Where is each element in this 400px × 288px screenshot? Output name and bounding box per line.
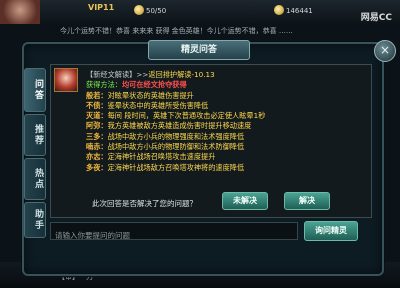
line-text: 定海神针战场召唤塔攻击速度提升 <box>107 152 216 162</box>
line-label: 三多： <box>86 131 108 141</box>
ask-genie-button[interactable]: 询问精灵 <box>304 221 358 241</box>
tab-hot[interactable]: 热点 <box>24 158 46 200</box>
stamina-value: 50/50 <box>146 7 167 15</box>
tab-recommend[interactable]: 推荐 <box>24 114 46 156</box>
not-resolved-button[interactable]: 未解决 <box>222 192 268 210</box>
answer-header-prefix: 【新经文解读】>> <box>86 70 149 79</box>
answer-line: 亦志：定海神针战场召唤塔攻击速度提升 <box>86 152 366 162</box>
genie-avatar-icon <box>54 68 78 92</box>
answer-line: 般若：对眩晕状态的英雄伤害提升 <box>86 91 366 101</box>
feedback-question: 此次回答是否解决了您的问题？ <box>92 199 197 208</box>
answer-line: 三多：战场中敌方小兵的物理强度和法术强度降低 <box>86 132 366 142</box>
question-input-wrapper <box>50 222 298 244</box>
line-text: 鉴晕状态中的英雄所受伤害降低 <box>107 100 209 110</box>
coin-value: 146441 <box>286 7 313 15</box>
line-label: 般若： <box>86 90 108 100</box>
line-text: 战场中敌方小兵的物理强度和法术强度降低 <box>107 131 245 141</box>
line-label: 喃赤： <box>86 142 108 152</box>
line-text: 对眩晕状态的英雄伤害提升 <box>107 90 194 100</box>
resolved-button[interactable]: 解决 <box>284 192 330 210</box>
line-text: 战场中敌方小兵的物理防御和法术防御降低 <box>107 142 245 152</box>
answer-line: 多夜：定海神针战场敌方召唤塔攻神将的速度降低 <box>86 163 366 173</box>
line-label: 阿弥： <box>86 121 108 131</box>
line-label: 多夜： <box>86 162 108 172</box>
player-avatar[interactable] <box>0 0 40 24</box>
answer-line: 阿弥：我方英雄被敌方英雄造成伤害时提升移动速度 <box>86 121 366 131</box>
line-text: 均可在经文抢夺获得 <box>121 80 187 90</box>
answer-line: 不债：鉴晕状态中的英雄所受伤害降低 <box>86 101 366 111</box>
line-label: 不债： <box>86 100 108 110</box>
line-text: 我方英雄被敌方英雄造成伤害时提升移动速度 <box>107 121 252 131</box>
close-button[interactable]: × <box>374 40 396 62</box>
answer-content: 【新经文解读】>>返回排护解读-10.13 获得方法：均可在经文抢夺获得 般若：… <box>86 70 366 173</box>
stamina-icon <box>134 5 144 15</box>
answer-line: 灭道：每间 段时间，英雄下次普通攻击必定使人眩晕1秒 <box>86 111 366 121</box>
answer-line-obtain: 获得方法：均可在经文抢夺获得 <box>86 80 366 90</box>
line-label: 获得方法： <box>86 80 122 90</box>
tab-assistant[interactable]: 助手 <box>24 202 46 238</box>
line-text: 每间 段时间，英雄下次普通攻击必定使人眩晕1秒 <box>107 111 266 121</box>
top-status-bar <box>0 0 400 24</box>
vip-level: VIP11 <box>88 3 115 12</box>
gold-coin-icon <box>274 5 284 15</box>
answer-header-link[interactable]: 返回排护解读-10.13 <box>148 70 214 79</box>
line-text: 定海神针战场敌方召唤塔攻神将的速度降低 <box>107 162 245 172</box>
answer-header: 【新经文解读】>>返回排护解读-10.13 <box>86 70 366 80</box>
line-label: 亦志： <box>86 152 108 162</box>
dialog-title: 精灵问答 <box>148 40 250 60</box>
answer-line: 喃赤：战场中敌方小兵的物理防御和法术防御降低 <box>86 142 366 152</box>
watermark: 网易CC <box>360 13 392 23</box>
line-label: 灭道： <box>86 111 108 121</box>
marquee-text: 今儿个运势不错！恭喜 来来来 获得 金色英雄！今儿个运势不错，恭喜 …… <box>60 27 293 35</box>
question-input[interactable] <box>51 227 297 244</box>
tab-qa[interactable]: 问答 <box>24 68 46 112</box>
